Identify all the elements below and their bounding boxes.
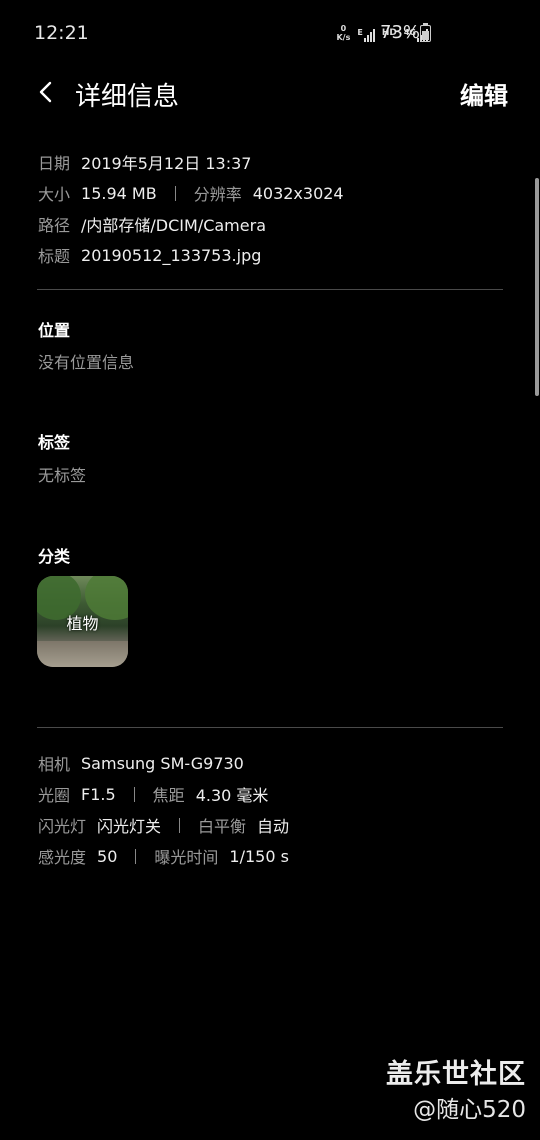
net-speed-unit: K/s [336,33,351,42]
category-title: 分类 [38,547,71,566]
flash-label: 闪光灯 [38,817,87,836]
back-arrow-icon[interactable] [36,80,58,104]
category-thumbnail-plants[interactable]: 植物 [37,576,128,667]
ground-shape [37,641,128,667]
divider [37,289,503,290]
aperture-row: 光圈 F1.5 焦距 4.30 毫米 [38,782,268,806]
camera-row: 相机 Samsung SM-G9730 [38,751,244,775]
battery-percent: 73% [380,22,421,43]
flash-value: 闪光灯关 [97,817,162,836]
filename-label: 标题 [38,247,71,266]
iso-row: 感光度 50 曝光时间 1/150 s [38,844,289,868]
edit-button[interactable]: 编辑 [460,76,508,111]
battery-icon [420,23,431,42]
white-balance-label: 白平衡 [198,817,247,836]
signal-1-icon: E [357,28,375,42]
iso-label: 感光度 [38,848,87,867]
separator [133,786,135,802]
camera-value: Samsung SM-G9730 [81,753,244,773]
path-value: /内部存储/DCIM/Camera [81,216,266,235]
exposure-label: 曝光时间 [154,848,219,867]
watermark-user: @随心520 [413,1097,526,1123]
aperture-value: F1.5 [81,784,116,804]
separator [179,817,181,833]
path-label: 路径 [38,216,71,235]
category-label: 植物 [66,614,99,633]
resolution-value: 4032x3024 [252,183,344,203]
signal-1-tag: E [357,28,363,37]
size-row: 大小 15.94 MB 分辨率 4032x3024 [38,181,344,205]
separator [174,185,176,201]
location-title: 位置 [38,321,71,340]
tags-title: 标签 [38,433,71,452]
size-label: 大小 [38,185,71,204]
path-row: 路径 /内部存储/DCIM/Camera [38,212,266,236]
flash-row: 闪光灯 闪光灯关 白平衡 自动 [38,813,289,837]
focal-value: 4.30 毫米 [195,786,269,805]
net-speed: 0 K/s [336,24,350,42]
scrollbar[interactable] [535,178,539,396]
iso-value: 50 [97,846,118,866]
focal-label: 焦距 [152,786,185,805]
watermark-title: 盖乐世社区 [386,1059,526,1090]
filename-row: 标题 20190512_133753.jpg [38,243,261,267]
net-speed-value: 0 [340,24,347,33]
tags-value: 无标签 [38,466,87,485]
white-balance-value: 自动 [257,817,290,836]
divider [37,727,503,728]
page-title: 详细信息 [75,82,180,112]
date-row: 日期 2019年5月12日 13:37 [38,150,251,174]
date-label: 日期 [38,154,71,173]
status-time: 12:21 [34,22,89,44]
filename-value: 20190512_133753.jpg [81,245,262,265]
aperture-label: 光圈 [38,786,71,805]
size-value: 15.94 MB [81,183,157,203]
location-value: 没有位置信息 [38,353,135,372]
resolution-label: 分辨率 [193,185,242,204]
date-value: 2019年5月12日 13:37 [81,154,252,173]
camera-label: 相机 [38,755,71,774]
separator [135,848,137,864]
exposure-value: 1/150 s [229,846,289,866]
